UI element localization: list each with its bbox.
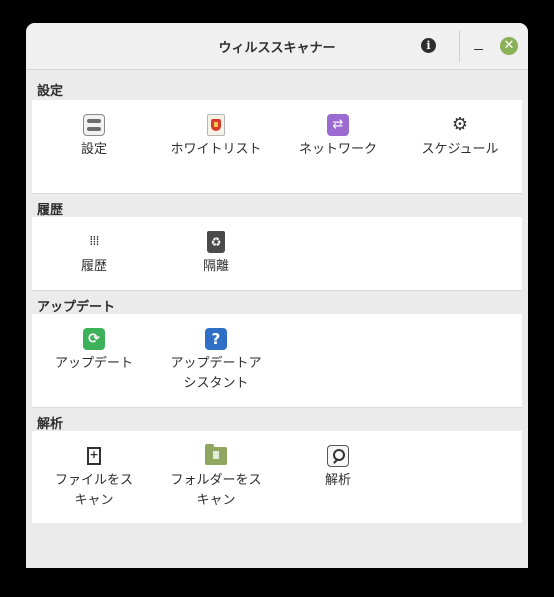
- update-label: アップデート: [54, 356, 133, 371]
- section-divider: [32, 407, 522, 408]
- settings-button[interactable]: 設定: [33, 114, 155, 160]
- gear-icon: ⚙: [451, 114, 469, 135]
- section-title-update: アップデート: [37, 300, 116, 315]
- update-icon: ⟳: [83, 328, 105, 350]
- info-icon[interactable]: i: [421, 38, 436, 53]
- whitelist-label: ホワイトリスト: [170, 142, 262, 157]
- analyze-label: 解析: [324, 473, 351, 488]
- history-button[interactable]: ⁞⁞⁞ 履歴: [33, 231, 155, 277]
- update-assistant-label-line2: シスタント: [183, 376, 249, 391]
- update-assistant-label-line1: アップデートア: [170, 356, 262, 371]
- trash-icon: ♻: [207, 231, 225, 253]
- close-icon[interactable]: ✕: [500, 37, 518, 55]
- scan-file-button[interactable]: + ファイルをス キャン: [33, 445, 155, 511]
- scan-file-label-line2: キャン: [74, 493, 114, 508]
- analyze-button[interactable]: 解析: [277, 445, 399, 491]
- quarantine-label: 隔離: [202, 259, 229, 274]
- settings-icon: [83, 114, 105, 136]
- analyze-icon: [327, 445, 349, 467]
- schedule-label: スケジュール: [421, 142, 499, 157]
- scan-file-label-line1: ファイルをス: [54, 473, 133, 488]
- help-icon: ?: [205, 328, 227, 350]
- settings-label: 設定: [80, 142, 107, 157]
- whitelist-button[interactable]: ホワイトリスト: [155, 114, 277, 160]
- section-divider: [32, 193, 522, 194]
- update-button[interactable]: ⟳ アップデート: [33, 328, 155, 374]
- scan-folder-label-line2: キャン: [196, 493, 236, 508]
- scan-folder-button[interactable]: フォルダーをス キャン: [155, 444, 277, 511]
- whitelist-icon: [207, 114, 225, 136]
- section-divider: [32, 290, 522, 291]
- section-title-settings: 設定: [37, 84, 64, 99]
- update-assistant-button[interactable]: ? アップデートア シスタント: [155, 328, 277, 394]
- titlebar: ウィルススキャナー i ✕: [26, 23, 528, 70]
- schedule-button[interactable]: ⚙ スケジュール: [399, 114, 521, 160]
- virus-scanner-window: ウィルススキャナー i ✕ 設定 設定 ホワイトリスト ⇄ ネットワーク ⚙ ス…: [26, 23, 528, 568]
- section-title-history: 履歴: [37, 203, 64, 218]
- file-icon: +: [87, 447, 101, 465]
- scan-folder-label-line1: フォルダーをス: [170, 473, 262, 488]
- quarantine-button[interactable]: ♻ 隔離: [155, 231, 277, 277]
- network-icon: ⇄: [327, 114, 349, 136]
- titlebar-separator: [459, 30, 460, 62]
- network-label: ネットワーク: [298, 142, 377, 157]
- network-button[interactable]: ⇄ ネットワーク: [277, 114, 399, 160]
- history-icon: ⁞⁞⁞: [89, 234, 99, 249]
- window-title: ウィルススキャナー: [218, 41, 336, 56]
- minimize-icon[interactable]: [473, 37, 485, 55]
- section-title-analysis: 解析: [37, 417, 64, 432]
- folder-icon: [205, 444, 227, 465]
- history-label: 履歴: [80, 259, 107, 274]
